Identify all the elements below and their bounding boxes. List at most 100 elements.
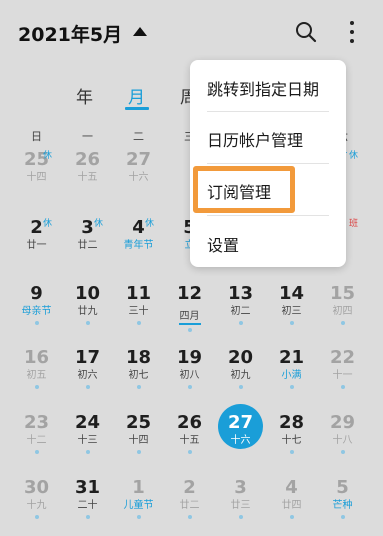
day-number: 11 [125, 283, 152, 304]
day-cell[interactable]: 14 初三 [266, 284, 317, 342]
day-number: 22 [329, 347, 356, 368]
menu-item-jump-to-date[interactable]: 跳转到指定日期 [207, 76, 319, 100]
day-cell[interactable]: 2 廿一 休 [11, 218, 62, 276]
day-number: 13 [227, 283, 254, 304]
lunar-date: 十六 [230, 435, 251, 446]
holiday-tag: 休 [43, 219, 53, 229]
lunar-date: 初三 [281, 306, 302, 317]
day-cell[interactable]: 10 廿九 [62, 284, 113, 342]
day-cell[interactable]: 30 十九 [11, 478, 62, 536]
calendar-app: 2021年5月 年 月 周 日一二三四五六 25十四休26十五27十六节休2廿一… [0, 0, 383, 519]
day-cell[interactable]: 26 十五 [62, 150, 113, 208]
day-number: 26 [176, 412, 203, 433]
menu-item-settings[interactable]: 设置 [207, 232, 239, 256]
day-cell[interactable]: 21 小满 [266, 348, 317, 406]
day-number: 18 [125, 347, 152, 368]
day-cell[interactable]: 3 廿三 [215, 478, 266, 536]
day-number: 5 [336, 477, 349, 498]
event-dot [34, 515, 39, 519]
day-cell[interactable]: 29 十八 [317, 413, 368, 471]
lunar-date: 十四 [26, 172, 47, 183]
event-dot [289, 450, 294, 454]
month-picker-caret-icon[interactable] [133, 27, 147, 36]
day-number: 21 [278, 347, 305, 368]
day-number: 15 [329, 283, 356, 304]
more-options-icon[interactable] [345, 19, 359, 45]
search-icon[interactable] [294, 20, 318, 44]
weekday-header: 二 [133, 130, 144, 143]
event-dot [34, 321, 39, 325]
lunar-date: 二十 [77, 500, 98, 511]
lunar-date: 廿四 [281, 500, 302, 511]
day-cell[interactable]: 25 十四 [113, 413, 164, 471]
day-number: 24 [74, 412, 101, 433]
day-cell-today[interactable]: 27 十六 [215, 404, 266, 471]
lunar-date: 廿二 [179, 500, 200, 511]
event-dot [187, 450, 192, 454]
day-number: 2 [183, 477, 196, 498]
event-dot [238, 385, 243, 389]
day-cell[interactable]: 15 初四 [317, 284, 368, 342]
day-cell[interactable]: 28 十七 [266, 413, 317, 471]
event-dot [238, 321, 243, 325]
menu-divider [207, 163, 329, 164]
holiday-tag: 休 [94, 219, 104, 229]
lunar-date: 母亲节 [21, 306, 52, 317]
day-number: 30 [23, 477, 50, 498]
day-cell[interactable]: 31 二十 [62, 478, 113, 536]
lunar-date: 十七 [281, 435, 302, 446]
day-number: 31 [74, 477, 101, 498]
lunar-date: 十九 [26, 500, 47, 511]
day-cell[interactable]: 9 母亲节 [11, 284, 62, 342]
day-number: 26 [74, 149, 101, 170]
day-cell[interactable]: 2 廿二 [164, 478, 215, 536]
lunar-date: 初四 [332, 306, 353, 317]
event-dot [85, 321, 90, 325]
day-cell[interactable]: 13 初二 [215, 284, 266, 342]
event-dot [136, 321, 141, 325]
day-cell[interactable]: 12 四月 [164, 284, 215, 342]
lunar-date: 十二 [26, 435, 47, 446]
day-cell[interactable]: 20 初九 [215, 348, 266, 406]
event-dot [340, 385, 345, 389]
day-cell[interactable]: 3 廿二 休 [62, 218, 113, 276]
day-cell[interactable]: 17 初六 [62, 348, 113, 406]
day-cell[interactable]: 5 芒种 [317, 478, 368, 536]
day-cell[interactable]: 25 十四 休 [11, 150, 62, 208]
day-cell[interactable]: 26 十五 [164, 413, 215, 471]
day-cell[interactable]: 27 十六 [113, 150, 164, 208]
weekday-header: 日 [31, 130, 42, 143]
lunar-date: 十六 [128, 172, 149, 183]
event-dot [85, 385, 90, 389]
day-cell[interactable]: 18 初七 [113, 348, 164, 406]
tab-year[interactable]: 年 [76, 83, 93, 108]
day-number: 28 [278, 412, 305, 433]
day-cell[interactable]: 19 初八 [164, 348, 215, 406]
day-cell[interactable]: 24 十三 [62, 413, 113, 471]
day-cell[interactable]: 4 青年节 休 [113, 218, 164, 276]
lunar-date: 十五 [77, 172, 98, 183]
lunar-date: 十三 [77, 435, 98, 446]
lunar-date: 十一 [332, 370, 353, 381]
lunar-date: 初七 [128, 370, 149, 381]
event-dot [340, 515, 345, 519]
overflow-menu: 跳转到指定日期 日历帐户管理 订阅管理 设置 [190, 60, 346, 267]
day-cell[interactable]: 22 十一 [317, 348, 368, 406]
lunar-date: 初六 [77, 370, 98, 381]
day-cell[interactable]: 16 初五 [11, 348, 62, 406]
menu-item-account-management[interactable]: 日历帐户管理 [207, 127, 303, 151]
day-cell[interactable]: 1 儿童节 [113, 478, 164, 536]
lunar-date: 初八 [179, 370, 200, 381]
day-cell[interactable]: 4 廿四 [266, 478, 317, 536]
day-number: 27 [227, 412, 254, 433]
event-dot [34, 385, 39, 389]
month-title[interactable]: 2021年5月 [18, 20, 122, 47]
holiday-tag: 休 [43, 151, 53, 161]
lunar-date: 四月 [178, 311, 201, 325]
day-number: 27 [125, 149, 152, 170]
holiday-tag: 休 [145, 219, 155, 229]
holiday-tag: 班 [349, 219, 359, 229]
tab-month[interactable]: 月 [128, 83, 145, 108]
day-cell[interactable]: 23 十二 [11, 413, 62, 471]
day-cell[interactable]: 11 三十 [113, 284, 164, 342]
